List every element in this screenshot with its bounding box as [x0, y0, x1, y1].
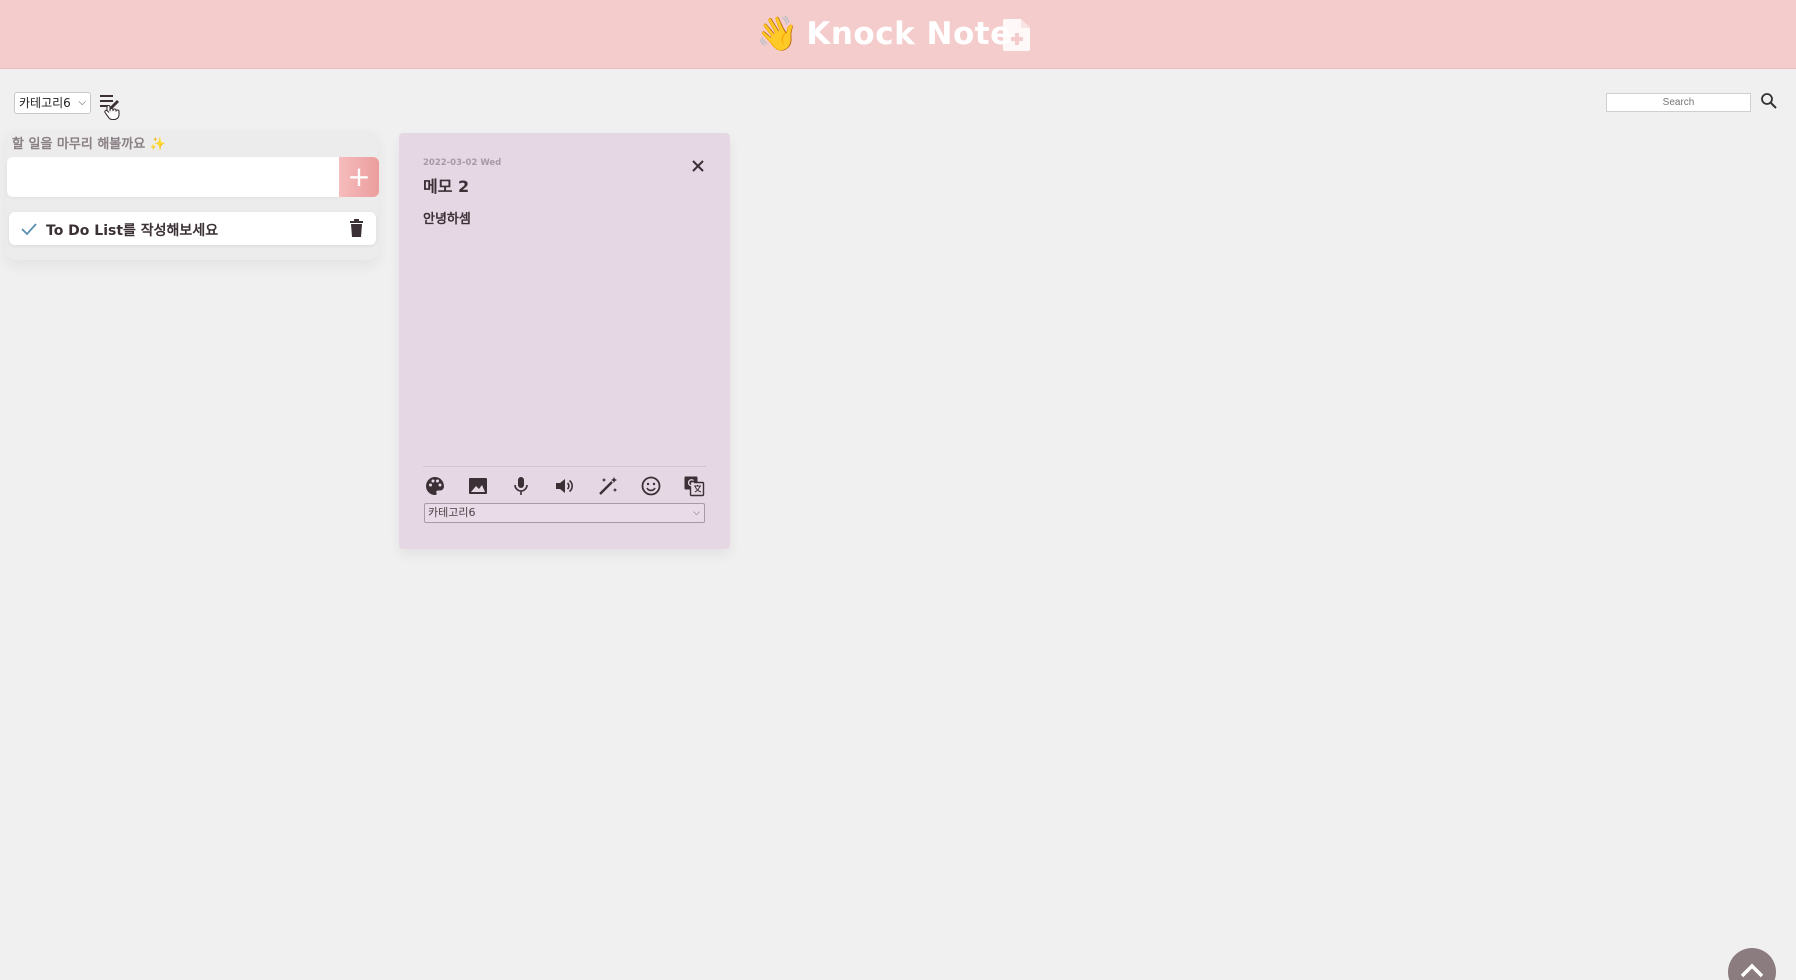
- category-select[interactable]: 카테고리6 ⌵: [14, 92, 91, 114]
- smiley-icon: [641, 476, 661, 496]
- memo-toolbar: [423, 474, 706, 498]
- emoji-button[interactable]: [639, 474, 663, 498]
- category-select-value: 카테고리6: [19, 96, 71, 110]
- speaker-icon: [556, 479, 574, 493]
- delete-todo-button[interactable]: [349, 219, 364, 238]
- palette-icon: [426, 477, 444, 495]
- translate-icon: [684, 476, 705, 497]
- close-memo-button[interactable]: [691, 158, 705, 172]
- edit-category-button[interactable]: [98, 92, 122, 122]
- memo-category-select[interactable]: 카테고리6 ⌵: [424, 503, 705, 523]
- scroll-top-button[interactable]: [1728, 948, 1776, 980]
- todo-input[interactable]: [7, 157, 339, 197]
- speak-button[interactable]: [552, 474, 576, 498]
- memo-card[interactable]: 2022-03-02 Wed 메모 2 안녕하셈 카테고리6 ⌵: [399, 133, 730, 549]
- new-note-button[interactable]: [1002, 18, 1032, 52]
- memo-category-value: 카테고리6: [428, 506, 476, 519]
- microphone-icon: [514, 477, 529, 495]
- add-todo-button[interactable]: +: [339, 157, 379, 197]
- color-button[interactable]: [423, 474, 447, 498]
- brand[interactable]: 👋 Knock Note: [756, 14, 1012, 54]
- search-input[interactable]: [1606, 93, 1751, 112]
- memo-title[interactable]: 메모 2: [423, 173, 469, 197]
- file-plus-icon: [1003, 19, 1030, 51]
- memo-date: 2022-03-02 Wed: [423, 158, 502, 168]
- image-icon: [469, 478, 488, 494]
- app-header: 👋 Knock Note: [0, 0, 1796, 69]
- todo-check-button[interactable]: [20, 221, 38, 237]
- image-button[interactable]: [466, 474, 490, 498]
- chevron-up-icon: [1740, 963, 1764, 978]
- memo-divider: [423, 466, 706, 467]
- voice-input-button[interactable]: [509, 474, 533, 498]
- memo-body[interactable]: 안녕하셈: [423, 208, 471, 227]
- magic-button[interactable]: [596, 474, 620, 498]
- search-button[interactable]: [1760, 92, 1778, 110]
- search-icon: [1761, 93, 1777, 109]
- chevron-down-icon: ⌵: [693, 508, 700, 518]
- waving-hand-icon: 👋: [756, 14, 799, 54]
- trash-icon: [350, 219, 363, 237]
- chevron-down-icon: ⌵: [78, 97, 86, 108]
- edit-list-icon: [100, 95, 120, 121]
- magic-wand-icon: [598, 477, 617, 495]
- todo-item-text: To Do List를 작성해보세요: [46, 223, 219, 239]
- todo-prompt: 할 일을 마무리 해볼까요 ✨: [12, 137, 166, 152]
- close-icon: [692, 160, 704, 172]
- translate-button[interactable]: [682, 474, 706, 498]
- todo-item[interactable]: To Do List를 작성해보세요: [9, 212, 376, 245]
- checkmark-icon: [21, 223, 37, 236]
- app-title: Knock Note: [806, 16, 1012, 52]
